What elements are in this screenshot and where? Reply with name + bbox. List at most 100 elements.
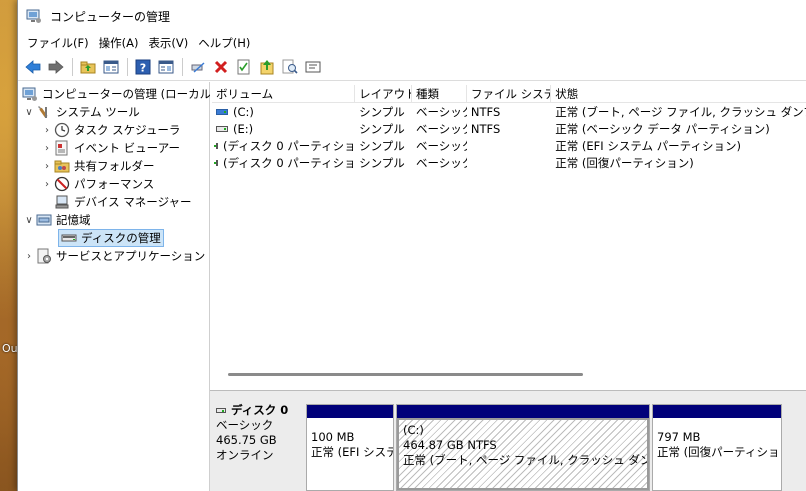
navigation-tree: コンピューターの管理 (ローカル) ∨ システム ツール › タスク スケジュー… [18,82,216,491]
partition-label: (C:) [403,423,424,437]
shared-folder-icon [54,158,70,174]
disk-state: オンライン [216,448,274,462]
tree-item-label: 記憶域 [56,213,91,227]
up-folder-icon[interactable] [77,56,99,78]
volume-name: (ディスク 0 パーティション 1) [223,138,356,153]
partition-header [307,405,393,418]
chevron-right-icon[interactable]: › [40,179,54,190]
partition-status: 正常 (回復パーティション [657,445,781,459]
storage-icon [36,212,52,228]
partition-efi[interactable]: 100 MB 正常 (EFI システ [306,404,394,491]
chevron-down-icon[interactable]: ∨ [22,107,36,118]
chevron-down-icon[interactable]: ∨ [22,215,36,226]
tree-item-device-manager[interactable]: デバイス マネージャー [18,193,209,211]
volume-icon [214,159,218,166]
table-row[interactable]: (C:) シンプル ベーシック NTFS 正常 (ブート, ページ ファイル, … [212,103,806,120]
disk-name: ディスク 0 [231,403,289,417]
title-bar[interactable]: コンピューターの管理 [18,0,806,32]
partition-recovery[interactable]: 797 MB 正常 (回復パーティション [652,404,782,491]
volume-type: ベーシック [415,121,467,136]
volume-filesystem [467,154,551,171]
console-icon[interactable] [302,56,324,78]
volume-status: 正常 (ブート, ページ ファイル, クラッシュ ダンプ, ベーシ [555,104,806,119]
tree-item-root[interactable]: コンピューターの管理 (ローカル) [18,85,216,103]
column-header-status[interactable]: 状態 [551,85,806,102]
menu-file[interactable]: ファイル(F) [22,35,94,51]
column-header-layout[interactable]: レイアウト [355,85,412,102]
volume-status: 正常 (EFI システム パーティション) [555,138,741,153]
table-row[interactable]: (ディスク 0 パーティション 1) シンプル ベーシック 正常 (EFI シス… [212,137,806,154]
table-row[interactable]: (E:) シンプル ベーシック NTFS 正常 (ベーシック データ パーティシ… [212,120,806,137]
toolbar-separator [127,58,128,76]
volume-type: ベーシック [415,104,467,119]
export-icon[interactable] [256,56,278,78]
back-icon[interactable] [22,56,44,78]
volume-list: ボリューム レイアウト 種類 ファイル システム 状態 (C:) シンプル ベー… [212,85,806,365]
chevron-right-icon[interactable]: › [40,143,54,154]
menu-action[interactable]: 操作(A) [94,35,144,51]
tree-item-label: コンピューターの管理 (ローカル) [42,87,216,101]
main-content: コンピューターの管理 (ローカル) ∨ システム ツール › タスク スケジュー… [18,82,806,491]
partition-c[interactable]: (C:) 464.87 GB NTFS 正常 (ブート, ページ ファイル, ク… [396,404,650,491]
tree-item-label: サービスとアプリケーション [56,249,206,263]
show-action-icon[interactable] [155,56,177,78]
clock-icon [54,122,70,138]
menu-view[interactable]: 表示(V) [143,35,193,51]
tree-item-services-apps[interactable]: › サービスとアプリケーション [18,247,209,265]
column-header-filesystem[interactable]: ファイル システム [467,85,552,102]
show-tree-icon[interactable] [100,56,122,78]
volume-status: 正常 (ベーシック データ パーティション) [555,121,770,136]
volume-name: (C:) [233,104,254,119]
disk-type: ベーシック [216,418,274,432]
volume-layout: シンプル [359,121,405,136]
tree-item-storage[interactable]: ∨ 記憶域 [18,211,209,229]
delete-icon[interactable] [210,56,232,78]
properties-icon[interactable] [233,56,255,78]
partition-header [653,405,781,418]
desktop-edge-label: Ou [2,342,18,355]
disk-0-info[interactable]: ディスク 0 ベーシック 465.75 GB オンライン [216,403,302,463]
tree-item-shared-folders[interactable]: › 共有フォルダー [18,157,209,175]
volume-name: (E:) [233,121,254,136]
volume-filesystem: NTFS [470,121,501,136]
tree-item-label: デバイス マネージャー [74,195,192,209]
chevron-right-icon[interactable]: › [40,161,54,172]
device-manager-icon [54,194,70,210]
partition-header [397,405,649,418]
tree-item-event-viewer[interactable]: › イベント ビューアー [18,139,209,157]
search-icon[interactable] [279,56,301,78]
selected-item[interactable]: ディスクの管理 [58,229,164,247]
volume-type: ベーシック [415,155,467,170]
disk-icon [216,408,226,413]
menu-help[interactable]: ヘルプ(H) [193,35,255,51]
performance-icon [54,176,70,192]
table-row[interactable]: (ディスク 0 パーティション 4) シンプル ベーシック 正常 (回復パーティ… [212,154,806,171]
forward-icon[interactable] [45,56,67,78]
chevron-right-icon[interactable]: › [22,251,36,262]
tree-item-label: パフォーマンス [74,177,155,191]
volume-icon [216,125,228,132]
window-title: コンピューターの管理 [50,9,171,24]
column-header-volume[interactable]: ボリューム [212,85,356,102]
tree-item-task-scheduler[interactable]: › タスク スケジューラ [18,121,209,139]
volume-status: 正常 (回復パーティション) [555,155,694,170]
menu-bar: ファイル(F) 操作(A) 表示(V) ヘルプ(H) [18,32,806,54]
tree-item-system-tools[interactable]: ∨ システム ツール [18,103,209,121]
chevron-right-icon[interactable]: › [40,125,54,136]
tree-item-label: システム ツール [56,105,140,119]
volume-layout: シンプル [359,104,405,119]
tree-item-disk-management[interactable]: ディスクの管理 [18,229,209,247]
help-icon[interactable]: ? [132,56,154,78]
partition-size: 464.87 GB NTFS [403,438,497,452]
volume-icon [216,108,228,115]
tree-item-performance[interactable]: › パフォーマンス [18,175,209,193]
disk-graphical-view: ディスク 0 ベーシック 465.75 GB オンライン 100 MB 正常 (… [210,390,806,491]
svg-text:?: ? [140,62,146,75]
column-header-type[interactable]: 種類 [412,85,467,102]
tree-item-label: イベント ビューアー [74,141,181,155]
volume-type: ベーシック [415,138,467,153]
connect-icon[interactable] [187,56,209,78]
partition-status: 正常 (ブート, ページ ファイル, クラッシュ ダンプ, ベーシ [403,453,647,467]
computer-management-icon [26,8,42,24]
horizontal-scrollbar[interactable] [228,373,583,376]
